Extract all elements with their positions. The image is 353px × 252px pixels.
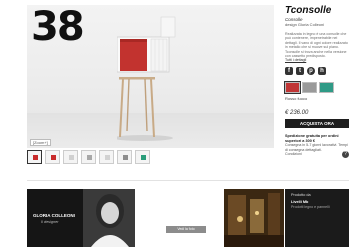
zoom-link[interactable]: [Zoom+] [30,139,51,146]
houzz-icon[interactable]: h [318,67,326,76]
console-illustration [117,16,176,141]
swatch-red[interactable] [284,81,301,95]
thumbnail-preview [69,155,74,160]
color-swatches [284,81,349,95]
interior-photo [224,189,284,247]
producer-card[interactable]: Prodotto da Livelli Mb Prodotti legno e … [285,189,349,247]
thumbnail-5[interactable] [99,150,114,164]
product-designer: design Gloria Colleoni [285,22,325,27]
product-description: Realizzata in legno è una consolle che p… [285,32,348,59]
thumbnail-1[interactable] [27,150,42,164]
designer-role: Il designer [41,220,59,224]
producer-name: Livelli Mb [291,200,309,204]
shipping-text: Consegna in 5-7 giorni lavorativi. Tempi… [285,143,348,152]
thumbnail-preview [141,155,146,160]
help-icon[interactable]: ? [342,151,349,158]
thumbnail-preview [33,155,38,160]
product-main-image[interactable]: 38 [Zoom+] [27,5,274,148]
view-photo-button[interactable]: Vedi la foto [166,226,206,233]
product-price: € 236.00 [285,110,309,117]
thumbnail-3[interactable] [63,150,78,164]
thumbnail-4[interactable] [81,150,96,164]
shipping-conditions-link[interactable]: Condizioni [285,152,349,156]
selected-color-name: Rosso fuoco [285,96,308,102]
details-link[interactable]: Tutti i dettagli [285,58,349,62]
thumbnail-preview [123,155,128,160]
social-icons: f t p h [285,67,349,76]
producer-subtitle: Prodotti legno e pannelli [291,205,330,209]
shipping-title: Spedizione gratuita per ordini superiori… [285,134,339,143]
thumbnail-strip [27,150,150,164]
product-info-panel: Tconsolle Consolle design Gloria Colleon… [284,5,349,158]
swatch-teal[interactable] [319,82,334,94]
facebook-icon[interactable]: f [285,67,293,76]
twitter-icon[interactable]: t [296,67,304,76]
buy-now-button[interactable]: ACQUISTA ORA [285,119,349,129]
thumbnail-2[interactable] [45,150,60,164]
designer-photo [83,189,135,247]
pinterest-icon[interactable]: p [307,67,315,76]
designer-name: GLORIA COLLEONI [33,213,75,218]
thumbnail-6[interactable] [117,150,132,164]
interior-photo-card[interactable] [224,189,284,247]
swatch-grey[interactable] [302,82,317,94]
thumbnail-7[interactable] [135,150,150,164]
section-divider [27,180,349,181]
thumbnail-preview [87,155,92,160]
thumbnail-preview [105,155,110,160]
product-title: Tconsolle [285,5,332,16]
producer-label: Prodotto da [291,193,311,197]
thumbnail-preview [51,155,56,160]
designer-card[interactable]: GLORIA COLLEONI Il designer [27,189,135,247]
product-number: 38 [31,5,85,50]
